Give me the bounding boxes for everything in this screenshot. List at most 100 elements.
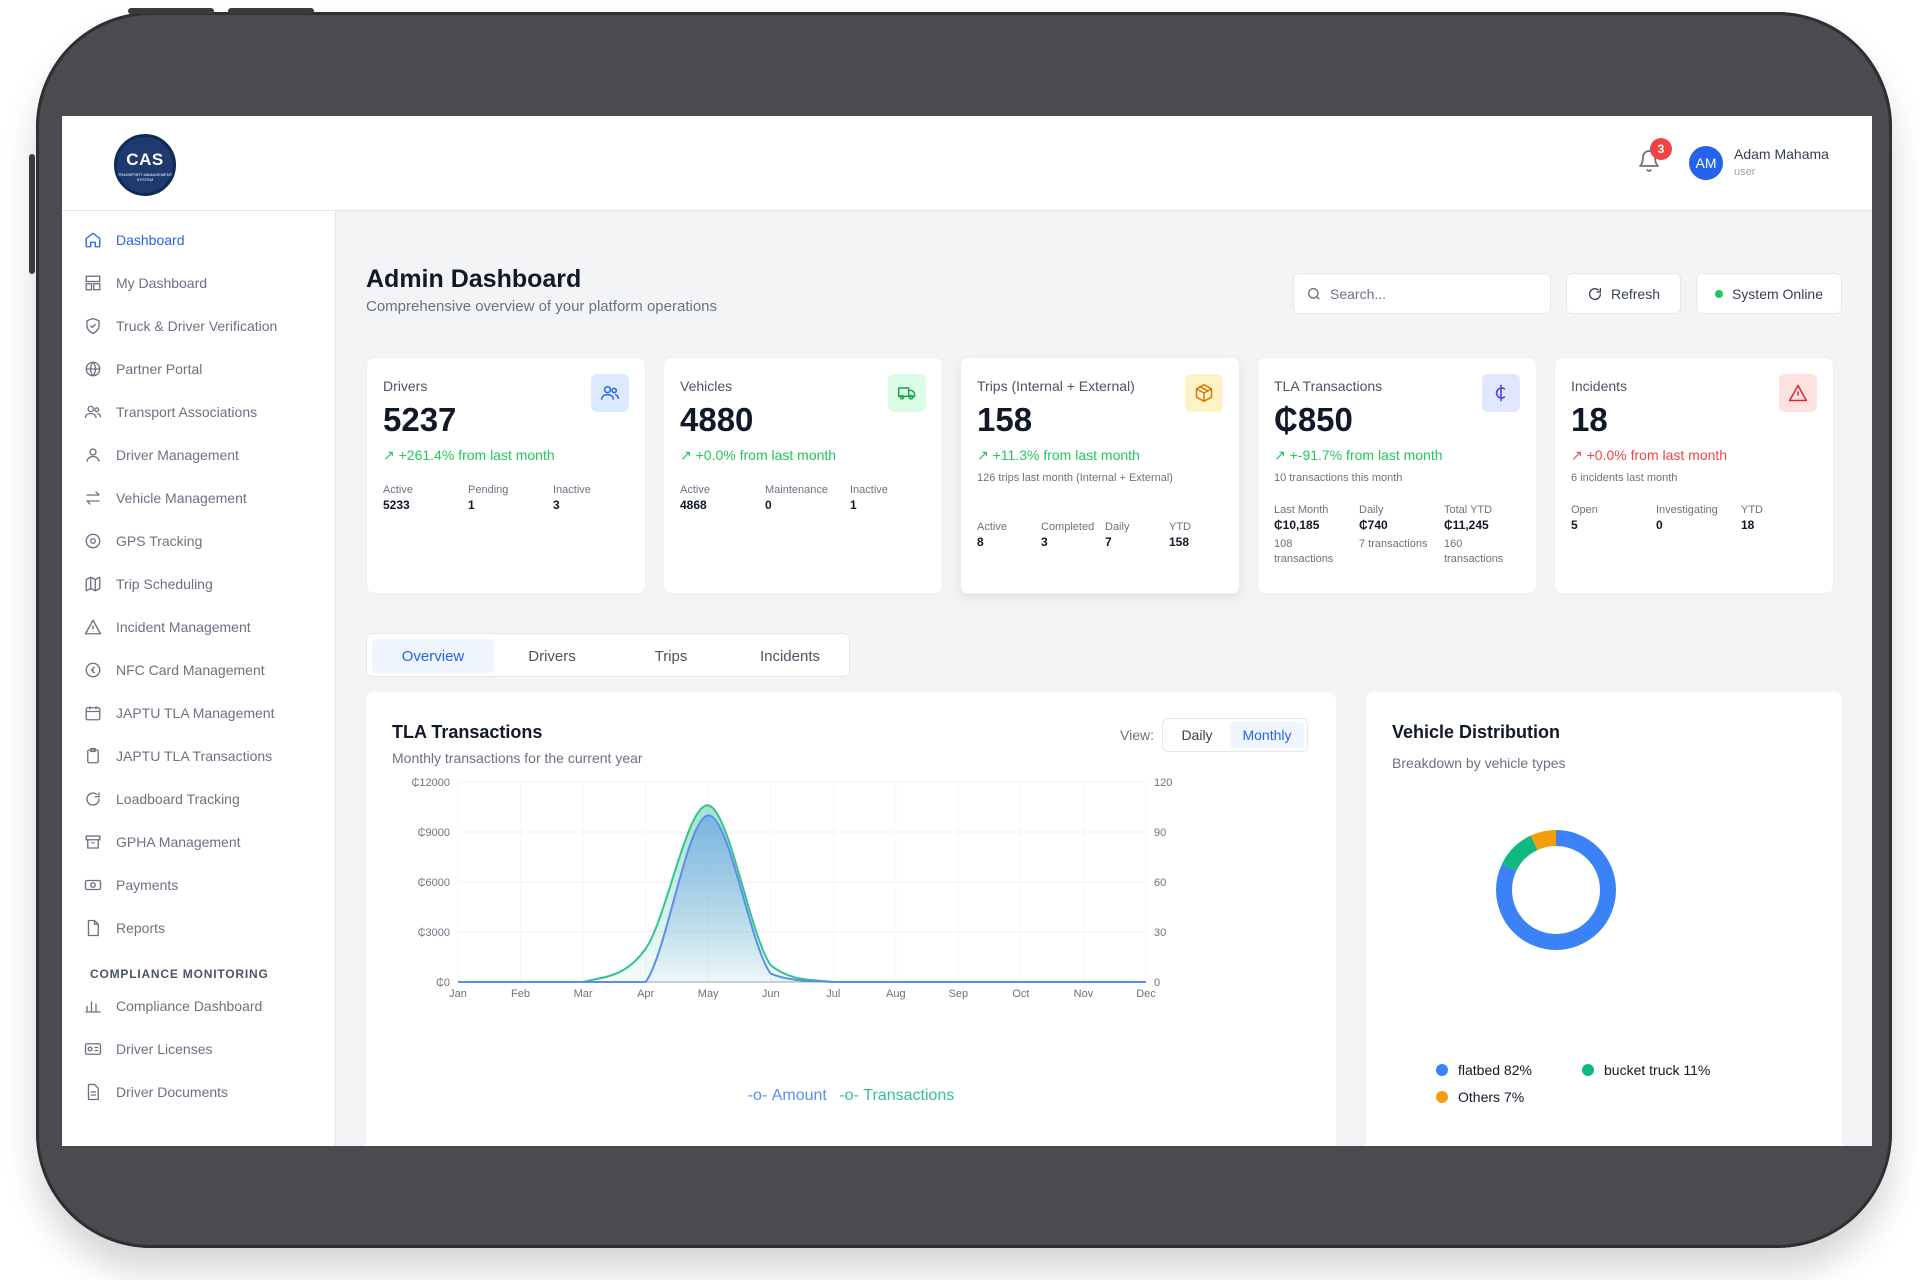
stat-pending: Pending 1 [468,483,508,513]
sidebar-item-driver-documents[interactable]: Driver Documents [84,1077,324,1107]
sidebar-item-label: Vehicle Management [116,490,247,506]
tab-trips[interactable]: Trips [610,639,732,673]
stat-daily: Daily 7 [1105,520,1129,550]
legend-item-transactions[interactable]: -o- Transactions [839,1087,954,1105]
stat-value: 5 [1571,518,1578,532]
tab-overview[interactable]: Overview [372,639,494,673]
sidebar-item-reports[interactable]: Reports [84,913,324,943]
cas-logo[interactable]: CAS Transport Management System [114,134,176,196]
globe-icon [85,361,101,377]
trend-up-icon: ↗ [680,447,696,463]
drivers-card[interactable]: Drivers 5237 ↗ +261.4% from last month A… [366,357,646,594]
refresh-button[interactable]: Refresh [1566,273,1681,314]
sidebar-item-label: Dashboard [116,232,185,248]
banknote-icon [84,879,102,891]
sidebar-item-compliance-dashboard[interactable]: Compliance Dashboard [84,991,324,1021]
stat-label: Investigating [1656,504,1718,516]
legend-swatch [1436,1091,1448,1103]
sidebar-item-driver-management[interactable]: Driver Management [84,440,324,470]
stat-value: 3 [553,498,560,512]
sidebar-item-dashboard[interactable]: Dashboard [84,225,324,255]
sidebar-item-label: Transport Associations [116,404,258,420]
sidebar-item-label: Driver Management [116,447,239,463]
sidebar-item-my-dashboard[interactable]: My Dashboard [84,268,324,298]
card-change-text: +0.0% from last month [695,447,837,463]
legend-item-others[interactable]: Others 7% [1436,1089,1524,1105]
y-right-tick-label: 90 [1154,827,1166,839]
sidebar-item-label: Truck & Driver Verification [116,318,278,334]
clipboard-icon [87,747,99,764]
chart-subtitle: Breakdown by vehicle types [1392,755,1566,771]
map-icon [85,576,101,592]
shield-check-icon [86,317,100,335]
sidebar-item-japtu-tla-management[interactable]: JAPTU TLA Management [84,698,324,728]
tab-drivers[interactable]: Drivers [491,639,613,673]
sidebar-item-driver-licenses[interactable]: Driver Licenses [84,1034,324,1064]
trend-up-icon: ↗ [1274,447,1290,463]
sidebar-item-label: NFC Card Management [116,662,265,678]
card-value: 18 [1571,401,1608,438]
card-title: TLA Transactions [1274,378,1383,394]
stat-label: Completed [1041,521,1095,533]
sidebar-item-vehicle-management[interactable]: Vehicle Management [84,483,324,513]
card-title: Trips (Internal + External) [977,378,1135,394]
stat-value: ₵10,185 [1274,518,1320,532]
tab-incidents[interactable]: Incidents [729,639,851,673]
system-status-label: System Online [1731,285,1824,302]
card-note: 126 trips last month (Internal + Externa… [977,472,1173,484]
bar-chart-icon [85,1001,101,1013]
tla-transactions-card[interactable]: TLA Transactions ₵850 ↗ +-91.7% from las… [1257,357,1537,594]
stat-value: 18 [1741,518,1755,532]
legend-line-icon: -o- [747,1087,772,1104]
card-change-text: +-91.7% from last month [1289,447,1443,463]
sidebar-item-trip-scheduling[interactable]: Trip Scheduling [84,569,324,599]
search-box[interactable] [1293,273,1551,314]
system-status-badge: System Online [1696,273,1842,314]
legend-line-icon: -o- [839,1087,864,1104]
stat-label: Active [680,484,710,496]
legend-label: Transactions [863,1087,955,1104]
layout-icon [85,275,101,291]
sidebar-item-label: Loadboard Tracking [116,791,240,807]
app-screen: CAS Transport Management System 3 AM Ada… [62,116,1872,1146]
card-title: Vehicles [680,378,733,394]
x-tick-label: Oct [1012,988,1029,1000]
sidebar-item-partner-portal[interactable]: Partner Portal [84,354,324,384]
legend-item-amount[interactable]: -o- Amount [748,1087,827,1105]
avatar[interactable]: AM [1689,146,1723,180]
sidebar-item-loadboard-tracking[interactable]: Loadboard Tracking [84,784,324,814]
sidebar-item-gpha-management[interactable]: GPHA Management [84,827,324,857]
sidebar-item-label: Trip Scheduling [116,576,213,592]
stat-label: Daily [1105,521,1130,533]
document-icon [87,1083,99,1101]
trips-card[interactable]: Trips (Internal + External) 158 ↗ +11.3%… [960,357,1240,594]
sidebar-item-gps-tracking[interactable]: GPS Tracking [84,526,324,556]
stat-investigating: Investigating 0 [1656,503,1718,533]
y-left-tick-label: ₵6000 [418,877,450,889]
dashboard-tabs: Overview Drivers Trips Incidents [366,633,850,677]
notification-badge: 3 [1650,138,1672,160]
search-input[interactable] [1330,285,1530,302]
sidebar-item-payments[interactable]: Payments [84,870,324,900]
vehicle-distribution-card: Vehicle Distribution Breakdown by vehicl… [1366,692,1842,1146]
stat-value: 0 [765,498,772,512]
incidents-card[interactable]: Incidents 18 ↗ +0.0% from last month 6 i… [1554,357,1834,594]
sidebar-item-truck-driver-verification[interactable]: Truck & Driver Verification [84,311,324,341]
page-subtitle: Comprehensive overview of your platform … [366,298,717,315]
user-name[interactable]: Adam Mahama [1734,146,1829,162]
tla-transactions-chart-card: TLA Transactions Monthly transactions fo… [366,692,1336,1146]
vehicles-card[interactable]: Vehicles 4880 ↗ +0.0% from last month Ac… [663,357,943,594]
sidebar-item-transport-associations[interactable]: Transport Associations [84,397,324,427]
sidebar-item-nfc-card-management[interactable]: NFC Card Management [84,655,324,685]
tablet-side-button [29,154,35,274]
stat-active: Active 5233 [383,483,413,513]
stat-value: 1 [850,498,857,512]
cedi-icon [1482,374,1520,412]
stat-last-month: Last Month ₵10,185 108 transactions [1274,503,1354,567]
sidebar-item-incident-management[interactable]: Incident Management [84,612,324,642]
sidebar-item-japtu-tla-transactions[interactable]: JAPTU TLA Transactions [84,741,324,771]
legend-item-bucket-truck[interactable]: bucket truck 11% [1582,1062,1710,1078]
stat-label: Inactive [553,484,591,496]
legend-item-flatbed[interactable]: flatbed 82% [1436,1062,1532,1078]
logo-subtitle: Transport Management System [117,172,173,182]
